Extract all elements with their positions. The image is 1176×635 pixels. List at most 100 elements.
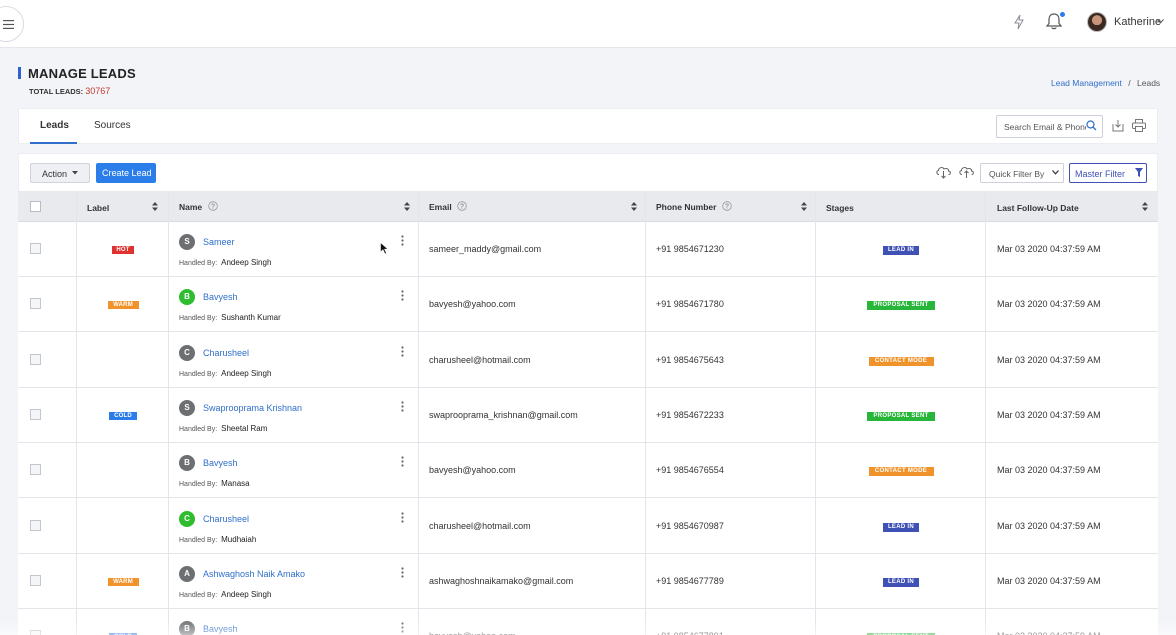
row-checkbox[interactable] [30,243,41,254]
email-cell: ashwaghoshnaikamako@gmail.com [429,575,574,586]
help-icon[interactable]: ? [457,201,467,211]
table-row[interactable]: B Bavyesh Handled By: Manasa bavyesh@yahoo.c… [18,443,1158,499]
table-row[interactable]: COLD S Swaprooprama Krishnan Handled By: She… [18,387,1158,443]
sort-icon[interactable] [152,202,158,211]
stage-badge: LEAD IN [883,246,919,255]
lead-avatar: S [179,234,195,250]
phone-cell: +91 9854670987 [656,520,724,531]
sort-icon[interactable] [801,202,807,211]
handled-by-label: Handled By: [179,591,218,599]
handled-by: Handled By: Sheetal Ram [179,424,267,433]
more-options-icon[interactable] [401,235,404,246]
handled-by-name: Sushanth Kumar [221,313,281,323]
table-header: Label Name ? Email ? Phone Number ? Stag… [18,191,1158,222]
total-leads-label: TOTAL LEADS: [29,87,84,96]
followup-date-cell: Mar 03 2020 04:37:59 AM [997,520,1101,531]
total-leads: TOTAL LEADS: 30767 [29,86,110,96]
column-header-followup[interactable]: Last Follow-Up Date [986,191,1158,222]
cloud-download-icon[interactable] [935,165,952,179]
lead-name-link[interactable]: Charusheel [203,348,249,358]
lead-avatar: C [179,344,195,361]
breadcrumb-separator: / [1128,78,1131,88]
handled-by-label: Handled By: [179,370,218,378]
chevron-down-icon[interactable] [1157,19,1164,24]
more-options-icon[interactable] [401,290,404,301]
top-bar: Katherine [0,0,1176,48]
row-checkbox[interactable] [30,464,41,476]
stage-badge: LEAD IN [883,522,919,532]
lead-avatar: C [179,510,195,527]
sort-icon[interactable] [404,202,410,211]
handled-by: Handled By: Andeep Singh [179,369,271,378]
followup-date-cell: Mar 03 2020 04:37:59 AM [997,409,1101,420]
svg-text:?: ? [211,204,215,211]
column-divider [645,191,646,635]
lead-name-link[interactable]: Swaprooprama Krishnan [203,403,302,413]
column-label-text: Label [87,203,110,213]
table-row[interactable]: WARM A Ashwaghosh Naik Amako Handled By: And… [18,553,1158,609]
avatar[interactable] [1087,12,1107,32]
lead-avatar: B [179,289,195,306]
sort-icon[interactable] [631,202,637,211]
download-icon[interactable] [1112,119,1124,132]
user-name[interactable]: Katherine [1114,16,1161,28]
more-options-icon[interactable] [401,345,404,357]
column-header-email[interactable]: Email ? [419,191,646,222]
email-cell: bavyesh@yahoo.com [429,299,516,310]
help-icon[interactable]: ? [722,201,732,211]
column-header-phone[interactable]: Phone Number ? [646,191,816,222]
search-icon[interactable] [1086,120,1097,131]
lead-name-link[interactable]: Bavyesh [203,292,238,302]
column-phone-text: Phone Number [656,202,717,212]
tab-leads[interactable]: Leads [40,120,69,131]
stage-badge: LEAD IN [883,577,919,587]
row-checkbox[interactable] [30,408,41,420]
phone-cell: +91 9854677789 [656,575,724,586]
tabs-bar: Leads Sources Search Email & Phone [18,108,1158,144]
select-all-checkbox[interactable] [30,201,41,212]
cloud-upload-icon[interactable] [958,165,975,179]
column-stages-text: Stages [826,203,854,213]
page-title: MANAGE LEADS [28,66,136,81]
breadcrumb-lead-management[interactable]: Lead Management [1051,78,1122,88]
lead-name-link[interactable]: Ashwaghosh Naik Amako [203,569,305,579]
sort-icon[interactable] [1142,202,1148,211]
more-options-icon[interactable] [401,456,404,467]
chevron-down-icon [1052,170,1059,175]
table-row[interactable]: C Charusheel Handled By: Andeep Singh charus… [18,332,1158,388]
row-checkbox[interactable] [30,574,41,586]
stage-badge: PROPOSAL SENT [867,301,935,311]
create-lead-button[interactable]: Create Lead [96,163,156,183]
caret-down-icon [72,171,78,175]
handled-by-name: Andeep Singh [221,589,272,599]
row-checkbox[interactable] [30,353,41,365]
svg-text:?: ? [460,204,464,211]
row-checkbox[interactable] [30,519,41,531]
column-header-label[interactable]: Label [77,191,169,222]
table-row[interactable]: C Charusheel Handled By: Mudhaiah charusheel… [18,498,1158,554]
more-options-icon[interactable] [401,401,404,412]
lead-name-link[interactable]: Sameer [203,237,235,247]
handled-by-label: Handled By: [179,481,218,489]
more-options-icon[interactable] [401,567,404,578]
column-followup-text: Last Follow-Up Date [997,203,1079,213]
more-options-icon[interactable] [401,511,404,523]
column-header-name[interactable]: Name ? [169,191,419,222]
handled-by: Handled By: Manasa [179,479,250,488]
menu-button[interactable] [0,6,24,42]
help-icon[interactable]: ? [208,201,218,211]
handled-by-name: Mudhaiah [221,534,257,544]
handled-by-label: Handled By: [179,260,218,267]
bolt-icon[interactable] [1013,14,1025,30]
action-button[interactable]: Action [30,163,90,183]
table-row[interactable]: WARM B Bavyesh Handled By: Sushanth Kumar bav… [18,277,1158,333]
email-cell: charusheel@hotmail.com [429,354,531,365]
printer-icon[interactable] [1132,119,1146,132]
lead-name-link[interactable]: Charusheel [203,514,249,524]
table-row[interactable]: HOT S Sameer Handled By: Andeep Singh sameer_… [18,222,1158,277]
filter-icon [1135,168,1143,177]
lead-name-link[interactable]: Bavyesh [203,458,238,468]
tab-sources[interactable]: Sources [94,120,131,131]
row-checkbox[interactable] [30,298,41,310]
hamburger-icon [3,19,14,29]
